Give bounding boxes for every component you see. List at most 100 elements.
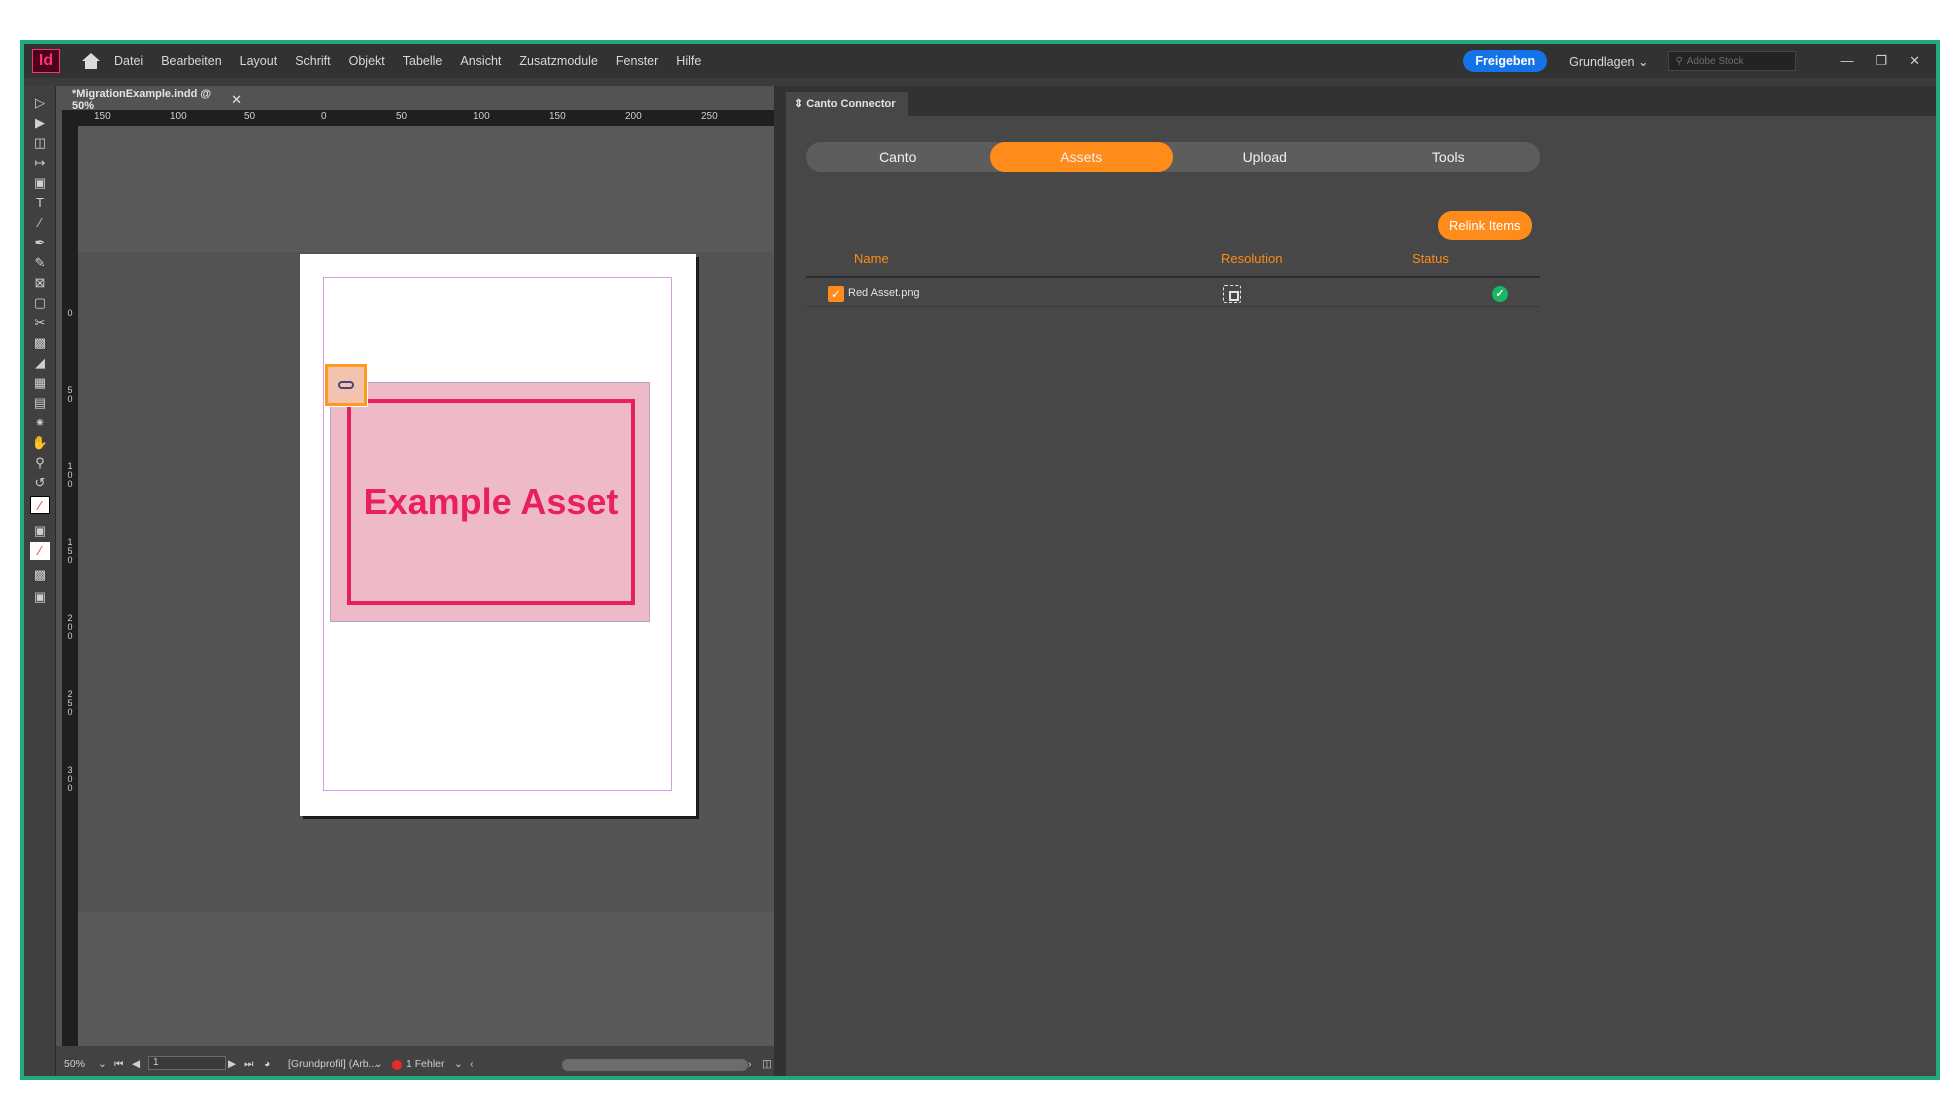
screen-mode-icon[interactable]: ▩ (30, 566, 50, 584)
indesign-logo: Id (32, 49, 60, 73)
content-collector-icon[interactable]: ▣ (30, 174, 50, 192)
ruler-tick-label: 200 (66, 614, 74, 641)
hand-tool-icon[interactable]: ✋ (30, 434, 50, 452)
menu-ansicht[interactable]: Ansicht (460, 54, 501, 68)
home-icon[interactable] (82, 53, 100, 69)
connector-tabs: Canto Assets Upload Tools (806, 142, 1540, 172)
document-page[interactable]: Example Asset (300, 254, 696, 816)
close-icon[interactable]: ✕ (1909, 53, 1920, 69)
chevron-down-icon[interactable]: ⌄ (374, 1058, 383, 1070)
column-header-name[interactable]: Name (854, 251, 889, 266)
gradient-swatch-tool-icon[interactable]: ◢ (30, 354, 50, 372)
swap-colors-icon[interactable]: ↺ (30, 474, 50, 492)
menu-schrift[interactable]: Schrift (295, 54, 330, 68)
last-page-icon[interactable]: ⏭ (244, 1058, 253, 1071)
pen-tool-icon[interactable]: ✒ (30, 234, 50, 252)
free-transform-tool-icon[interactable]: ▩ (30, 334, 50, 352)
direct-selection-tool-icon[interactable]: ▶ (30, 114, 50, 132)
tab-upload[interactable]: Upload (1173, 142, 1357, 172)
page-tool-icon[interactable]: ◫ (30, 134, 50, 152)
type-tool-icon[interactable]: T (30, 194, 50, 212)
zoom-tool-icon[interactable]: ⚲ (30, 454, 50, 472)
rectangle-tool-icon[interactable]: ▢ (30, 294, 50, 312)
menu-layout[interactable]: Layout (240, 54, 278, 68)
column-header-status[interactable]: Status (1412, 251, 1449, 266)
resolution-icon (1223, 285, 1241, 303)
minimize-icon[interactable]: — (1840, 53, 1853, 69)
stock-search-placeholder: Adobe Stock (1687, 56, 1744, 67)
menu-bar-right: Freigeben Grundlagen ⚲ Adobe Stock — ❐ ✕ (1463, 44, 1936, 78)
asset-name: Red Asset.png (848, 287, 920, 299)
line-tool-icon[interactable]: ∕ (30, 214, 50, 232)
eyedropper-tool-icon[interactable]: ⁕ (30, 414, 50, 432)
content-grabber-badge[interactable] (325, 364, 367, 406)
status-check-icon: ✓ (1492, 286, 1508, 302)
ruler-tick-label: 250 (701, 111, 718, 122)
rectangle-frame-tool-icon[interactable]: ⊠ (30, 274, 50, 292)
formatting-affects-container-icon[interactable]: ▣ (30, 522, 50, 540)
ruler-origin[interactable] (62, 110, 84, 126)
tab-assets[interactable]: Assets (990, 142, 1174, 172)
error-indicator-icon (392, 1060, 402, 1070)
apply-none-icon[interactable]: ∕ (30, 542, 50, 560)
document-tab-title: *MigrationExample.indd @ 50% (72, 88, 219, 112)
chevron-down-icon[interactable]: ⌄ (98, 1058, 107, 1070)
document-tab[interactable]: *MigrationExample.indd @ 50% ✕ (62, 88, 242, 112)
ruler-tick-label: 250 (66, 690, 74, 717)
close-icon[interactable]: ✕ (231, 92, 242, 108)
menu-bearbeiten[interactable]: Bearbeiten (161, 54, 221, 68)
panel-divider[interactable] (774, 86, 786, 1080)
horizontal-scrollbar[interactable] (562, 1059, 748, 1071)
ruler-tick-label: 200 (625, 111, 642, 122)
note-tool-icon[interactable]: ▤ (30, 394, 50, 412)
menu-datei[interactable]: Datei (114, 54, 143, 68)
zoom-level[interactable]: 50% (64, 1058, 85, 1070)
preflight-profile[interactable]: [Grundprofil] (Arb... (288, 1058, 377, 1070)
column-header-resolution[interactable]: Resolution (1221, 251, 1282, 266)
ruler-tick-label: 150 (549, 111, 566, 122)
menu-fenster[interactable]: Fenster (616, 54, 658, 68)
panel-gutter (24, 78, 1936, 86)
placed-image-frame[interactable]: Example Asset (330, 382, 650, 622)
menu-objekt[interactable]: Objekt (349, 54, 385, 68)
first-page-icon[interactable]: ⏮ (114, 1058, 123, 1071)
search-icon: ⚲ (1675, 56, 1682, 67)
asset-border: Example Asset (347, 399, 635, 605)
row-checkbox[interactable]: ✓ (828, 286, 844, 302)
gap-tool-icon[interactable]: ↦ (30, 154, 50, 172)
fill-stroke-icon[interactable]: ∕ (30, 496, 50, 514)
preflight-icon[interactable]: ◕ (264, 1058, 270, 1070)
menu-hilfe[interactable]: Hilfe (676, 54, 701, 68)
relink-items-button[interactable]: Relink Items (1438, 211, 1532, 240)
scroll-left-icon[interactable]: ‹ (470, 1058, 474, 1070)
chevron-down-icon[interactable]: ⌄ (454, 1058, 463, 1070)
app-window: Id Datei Bearbeiten Layout Schrift Objek… (20, 40, 1940, 1080)
table-header-divider (806, 276, 1540, 278)
error-count[interactable]: 1 Fehler (406, 1058, 445, 1070)
split-layout-icon[interactable]: ◫ (762, 1058, 772, 1070)
page-number: 1 (153, 1057, 159, 1068)
scissors-tool-icon[interactable]: ✂ (30, 314, 50, 332)
ruler-tick-label: 150 (66, 538, 74, 565)
workspace-switcher[interactable]: Grundlagen (1569, 54, 1648, 69)
next-page-icon[interactable]: ▶ (228, 1058, 236, 1070)
selection-tool-icon[interactable]: ▷ (30, 94, 50, 112)
gradient-feather-tool-icon[interactable]: ▦ (30, 374, 50, 392)
ruler-tick-label: 50 (244, 111, 255, 122)
menu-zusatzmodule[interactable]: Zusatzmodule (519, 54, 598, 68)
preview-mode-icon[interactable]: ▣ (30, 588, 50, 606)
panel-tab-canto-connector[interactable]: ⇕ Canto Connector (786, 92, 908, 116)
adobe-stock-search[interactable]: ⚲ Adobe Stock (1668, 51, 1796, 71)
tab-canto[interactable]: Canto (806, 142, 990, 172)
restore-icon[interactable]: ❐ (1875, 53, 1887, 69)
previous-page-icon[interactable]: ◀ (132, 1058, 140, 1070)
tab-tools[interactable]: Tools (1357, 142, 1541, 172)
menu-tabelle[interactable]: Tabelle (403, 54, 443, 68)
scroll-right-icon[interactable]: › (748, 1058, 752, 1070)
page-number-field[interactable]: 1 (148, 1056, 226, 1070)
pencil-tool-icon[interactable]: ✎ (30, 254, 50, 272)
menu-bar: Id Datei Bearbeiten Layout Schrift Objek… (24, 44, 1936, 78)
share-button[interactable]: Freigeben (1463, 50, 1547, 72)
vertical-ruler[interactable]: 0 50 100 150 200 250 300 (62, 126, 78, 1046)
ruler-tick-label: 0 (66, 309, 74, 318)
